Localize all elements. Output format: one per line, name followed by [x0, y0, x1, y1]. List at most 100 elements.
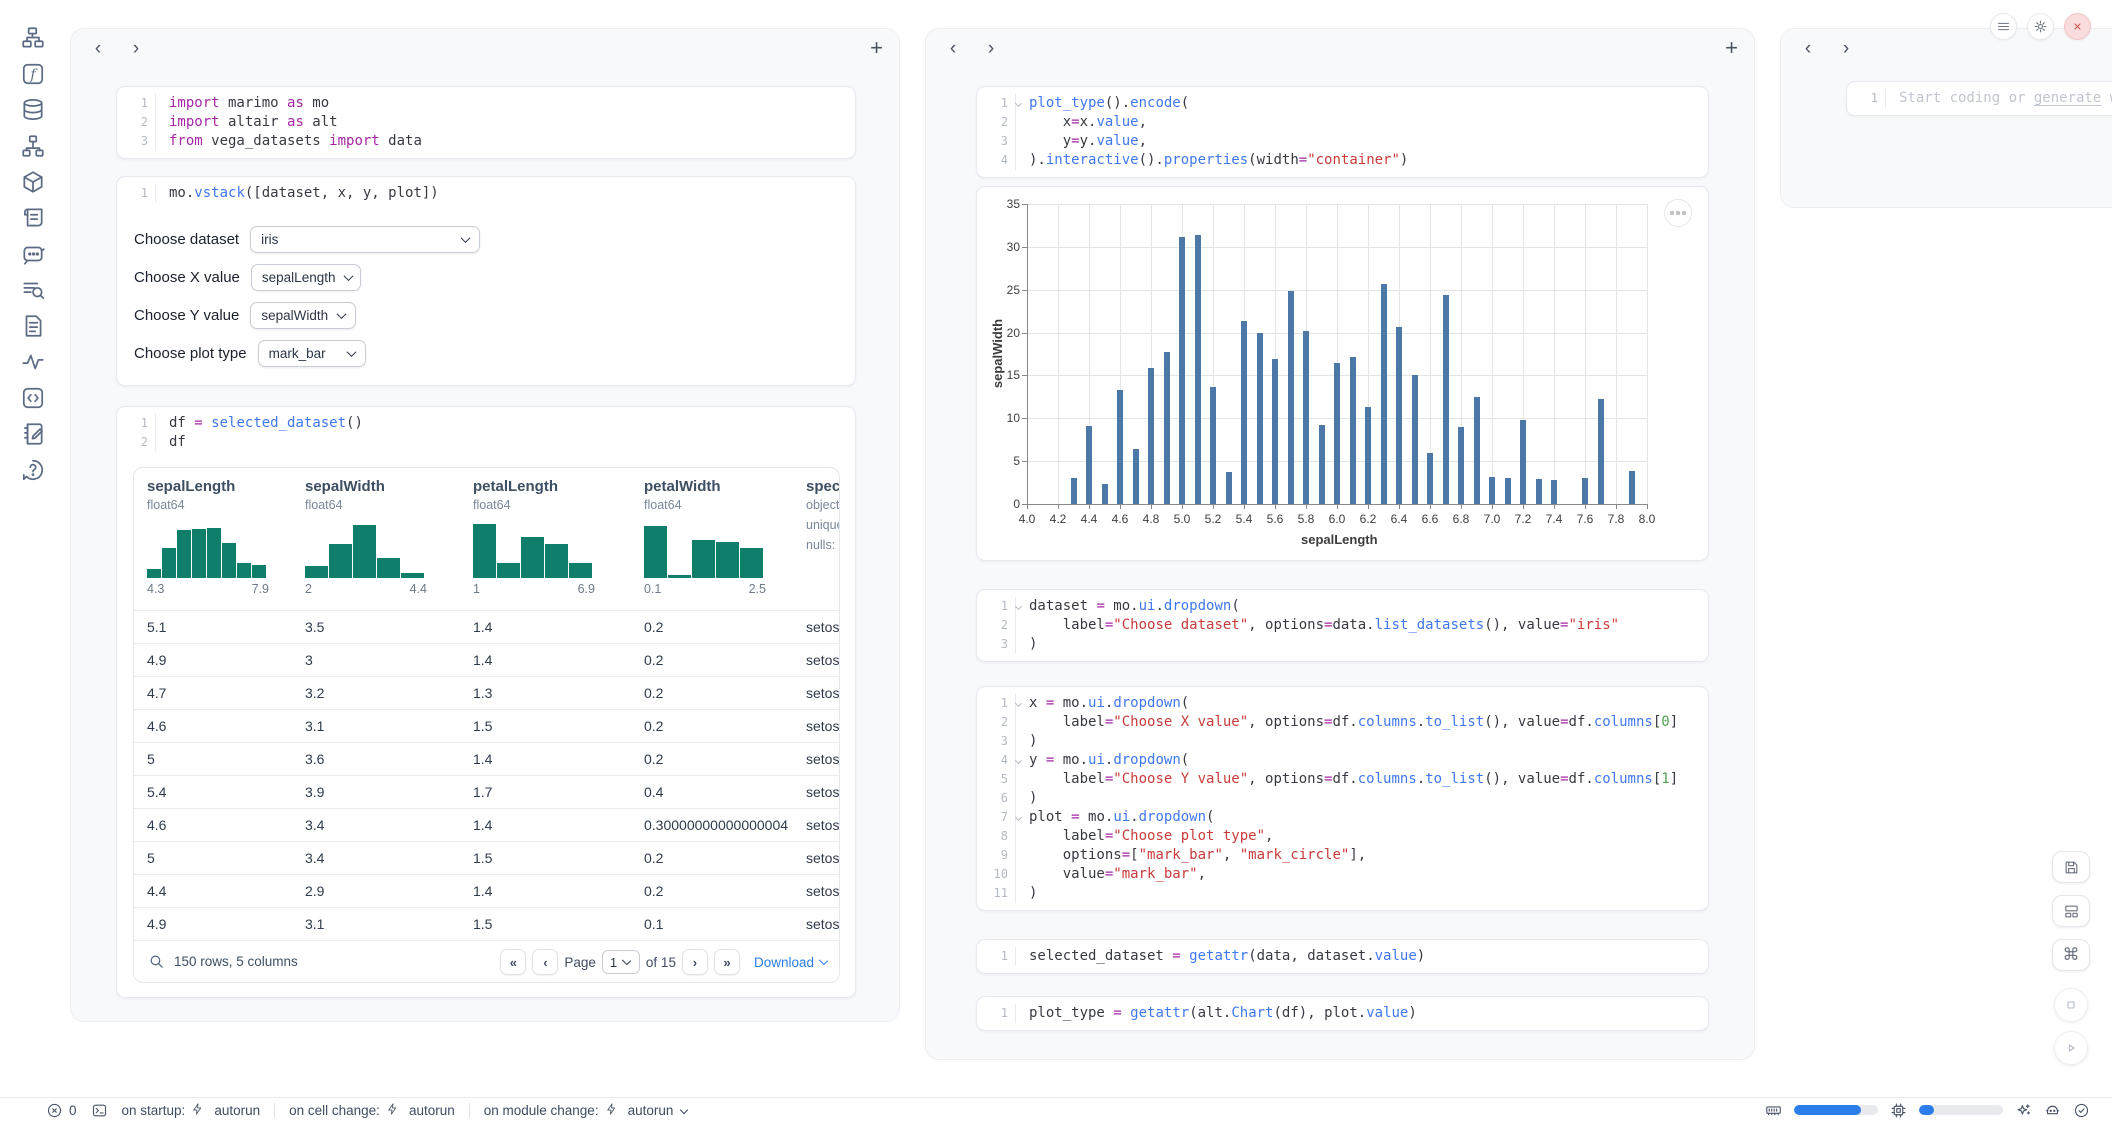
code-editor[interactable]: 1dataset = mo.ui.dropdown(2 label="Choos… — [977, 590, 1708, 661]
on-cell-change-setting[interactable]: on cell change: autorun — [289, 1102, 455, 1119]
table-row[interactable]: 5.43.91.70.4setosa — [134, 775, 839, 808]
code-line[interactable]: 2 x=x.value, — [977, 113, 1708, 132]
code-line[interactable]: 11) — [977, 884, 1708, 903]
code-line[interactable]: 3 y=y.value, — [977, 132, 1708, 151]
file-tree-icon[interactable] — [20, 25, 46, 51]
cell-plot-type[interactable]: 1plot_type = getattr(alt.Chart(df), plot… — [976, 996, 1709, 1031]
column-right-icon[interactable]: › — [1835, 37, 1857, 61]
code-line[interactable]: 1plot_type = getattr(alt.Chart(df), plot… — [977, 1004, 1708, 1023]
code-editor[interactable]: 1x = mo.ui.dropdown(2 label="Choose X va… — [977, 687, 1708, 910]
ai-sparkles-icon[interactable] — [2015, 1102, 2032, 1119]
ai-chat-icon[interactable] — [20, 241, 46, 267]
table-column-header[interactable]: sepalWidthfloat6424.4 — [305, 478, 427, 598]
column-left-icon[interactable]: ‹ — [942, 37, 964, 61]
table-row[interactable]: 53.61.40.2setosa — [134, 742, 839, 775]
code-line[interactable]: 2 label="Choose X value", options=df.col… — [977, 713, 1708, 732]
cell-plot-encode[interactable]: 1plot_type().encode(2 x=x.value,3 y=y.va… — [976, 86, 1709, 178]
package-icon[interactable] — [20, 169, 46, 195]
shutdown-button[interactable] — [2064, 13, 2091, 40]
layout-button[interactable] — [2052, 895, 2090, 927]
functions-icon[interactable]: f — [20, 61, 46, 87]
stop-button[interactable] — [2054, 988, 2088, 1022]
code-editor[interactable]: 1mo.vstack([dataset, x, y, plot]) — [117, 177, 855, 210]
table-row[interactable]: 5.13.51.40.2setosa — [134, 610, 839, 643]
cell-xy-plot-dropdowns[interactable]: 1x = mo.ui.dropdown(2 label="Choose X va… — [976, 686, 1709, 911]
code-line[interactable]: 1plot_type().encode( — [977, 94, 1708, 113]
code-editor[interactable]: 1import marimo as mo2import altair as al… — [117, 87, 855, 158]
chart-menu-icon[interactable] — [1664, 199, 1692, 227]
prev-page-button[interactable]: ‹ — [532, 949, 558, 975]
table-row[interactable]: 4.73.21.30.2setosa — [134, 676, 839, 709]
table-column-header[interactable]: sepalLengthfloat644.37.9 — [147, 478, 269, 598]
code-line[interactable]: 2df — [117, 433, 855, 452]
dropdown-select[interactable]: sepalWidth — [250, 302, 356, 329]
table-column-header[interactable]: petalLengthfloat6416.9 — [473, 478, 595, 598]
cell-dataframe[interactable]: 1df = selected_dataset()2df sepalLengthf… — [116, 406, 856, 998]
cell-imports[interactable]: 1import marimo as mo2import altair as al… — [116, 86, 856, 159]
dependency-graph-icon[interactable] — [20, 133, 46, 159]
code-line[interactable]: 2 label="Choose dataset", options=data.l… — [977, 616, 1708, 635]
assistant-icon[interactable] — [2044, 1102, 2061, 1119]
code-line[interactable]: 7plot = mo.ui.dropdown( — [977, 808, 1708, 827]
shortcuts-button[interactable]: ⌘ — [2052, 939, 2090, 971]
cpu-usage-meter[interactable] — [1919, 1105, 2003, 1115]
column-left-icon[interactable]: ‹ — [1797, 37, 1819, 61]
dropdown-select[interactable]: iris — [250, 226, 480, 253]
menu-button[interactable] — [1990, 13, 2017, 40]
code-placeholder[interactable]: Start coding or generate with AI — [1885, 89, 2112, 108]
tracing-icon[interactable] — [20, 349, 46, 375]
table-row[interactable]: 4.93.11.50.1setosa — [134, 907, 839, 940]
settings-button[interactable] — [2027, 13, 2054, 40]
first-page-button[interactable]: « — [500, 949, 526, 975]
add-cell-icon[interactable]: + — [1725, 35, 1738, 61]
dropdown-select[interactable]: mark_bar — [258, 340, 366, 367]
code-line[interactable]: 1import marimo as mo — [117, 94, 855, 113]
code-line[interactable]: 3) — [977, 732, 1708, 751]
last-page-button[interactable]: » — [714, 949, 740, 975]
code-line[interactable]: 3) — [977, 635, 1708, 654]
code-line[interactable]: 9 options=["mark_bar", "mark_circle"], — [977, 846, 1708, 865]
cell-vstack[interactable]: 1mo.vstack([dataset, x, y, plot]) Choose… — [116, 176, 856, 386]
column-right-icon[interactable]: › — [125, 37, 147, 61]
scratchpad-icon[interactable] — [20, 421, 46, 447]
code-line[interactable]: 5 label="Choose Y value", options=df.col… — [977, 770, 1708, 789]
code-line[interactable]: 3from vega_datasets import data — [117, 132, 855, 151]
code-editor[interactable]: 1df = selected_dataset()2df — [117, 407, 855, 459]
code-editor[interactable]: 1plot_type = getattr(alt.Chart(df), plot… — [977, 997, 1708, 1030]
column-right-icon[interactable]: › — [980, 37, 1002, 61]
terminal-button[interactable] — [91, 1102, 108, 1119]
code-editor[interactable]: 1selected_dataset = getattr(data, datase… — [977, 940, 1708, 973]
search-icon[interactable] — [148, 953, 165, 970]
help-icon[interactable] — [20, 457, 46, 483]
table-row[interactable]: 53.41.50.2setosa — [134, 841, 839, 874]
dropdown-select[interactable]: sepalLength — [251, 264, 361, 291]
save-button[interactable] — [2052, 851, 2090, 883]
page-select[interactable]: 1 — [602, 950, 640, 974]
table-row[interactable]: 4.931.40.2setosa — [134, 643, 839, 676]
code-line[interactable]: 6) — [977, 789, 1708, 808]
on-startup-setting[interactable]: on startup: autorun — [122, 1102, 261, 1119]
code-line[interactable]: 1x = mo.ui.dropdown( — [977, 694, 1708, 713]
code-editor[interactable]: 1plot_type().encode(2 x=x.value,3 y=y.va… — [977, 87, 1708, 177]
table-row[interactable]: 4.63.41.40.30000000000000004setosa — [134, 808, 839, 841]
cell-empty[interactable]: 1 Start coding or generate with AI — [1846, 81, 2112, 116]
table-row[interactable]: 4.63.11.50.2setosa — [134, 709, 839, 742]
table-column-header[interactable]: petalWidthfloat640.12.5 — [644, 478, 766, 598]
code-line[interactable]: 10 value="mark_bar", — [977, 865, 1708, 884]
code-line[interactable]: 1selected_dataset = getattr(data, datase… — [977, 947, 1708, 966]
search-list-icon[interactable] — [20, 277, 46, 303]
cell-dataset-dropdown[interactable]: 1dataset = mo.ui.dropdown(2 label="Choos… — [976, 589, 1709, 662]
code-snippet-icon[interactable] — [20, 385, 46, 411]
download-button[interactable]: Download — [754, 955, 827, 970]
script-log-icon[interactable] — [20, 205, 46, 231]
cell-selected-dataset[interactable]: 1selected_dataset = getattr(data, datase… — [976, 939, 1709, 974]
code-line[interactable]: 4).interactive().properties(width="conta… — [977, 151, 1708, 170]
column-left-icon[interactable]: ‹ — [87, 37, 109, 61]
code-line[interactable]: 8 label="Choose plot type", — [977, 827, 1708, 846]
connected-check-icon[interactable] — [2073, 1102, 2090, 1119]
errors-indicator[interactable]: 0 — [46, 1102, 77, 1119]
table-row[interactable]: 4.42.91.40.2setosa — [134, 874, 839, 907]
code-line[interactable]: 2import altair as alt — [117, 113, 855, 132]
next-page-button[interactable]: › — [682, 949, 708, 975]
code-line[interactable]: 1mo.vstack([dataset, x, y, plot]) — [117, 184, 855, 203]
